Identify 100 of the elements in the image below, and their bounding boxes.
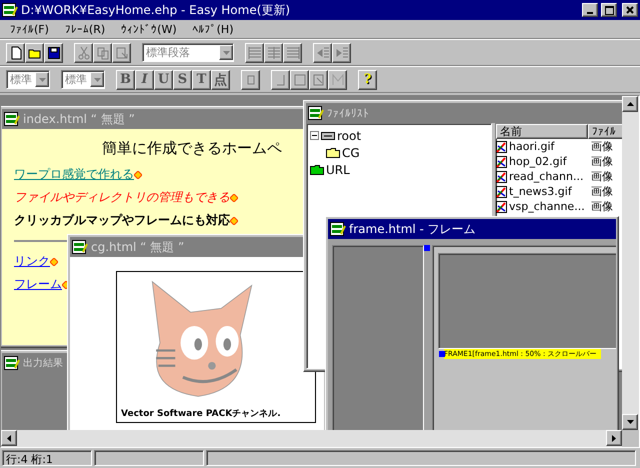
app-icon	[4, 112, 20, 126]
vertical-scrollbar[interactable]	[622, 96, 639, 430]
m-icon	[330, 72, 344, 86]
align-center-icon	[266, 46, 280, 60]
file-type: 画像	[590, 199, 614, 214]
caret-icon	[94, 78, 100, 82]
format-button[interactable]: U	[154, 70, 173, 90]
paste-button[interactable]	[112, 42, 131, 62]
size-dropdown[interactable]: 標準	[61, 70, 105, 89]
copy-icon	[96, 46, 110, 60]
tree-item[interactable]: root	[337, 128, 362, 142]
form-button[interactable]	[309, 70, 328, 90]
close-icon	[626, 6, 634, 14]
link[interactable]: リンク	[14, 254, 50, 269]
window-title: index.html “ 無題 ”	[23, 110, 136, 128]
horizontal-scrollbar[interactable]	[1, 430, 622, 447]
outdent-button[interactable]	[313, 42, 332, 62]
frame-button[interactable]	[290, 70, 309, 90]
image-caption: Vector Software PACKチャンネル.	[121, 408, 281, 420]
diamond-icon	[134, 170, 142, 178]
font-dropdown[interactable]: 標準	[6, 70, 50, 89]
menu-item[interactable]: ﾌｧｲﾙ(F)	[4, 22, 55, 36]
column-header[interactable]: ﾌｧｲﾙ	[588, 124, 622, 139]
paragraph-style-dropdown[interactable]: 標準段落	[142, 43, 234, 62]
app-icon	[4, 356, 20, 370]
right-arrow-icon	[612, 434, 616, 442]
down-arrow-icon	[626, 420, 634, 424]
align-right-button[interactable]	[283, 42, 302, 62]
square-icon	[292, 72, 306, 86]
scroll-up-button[interactable]	[622, 96, 638, 112]
table-button[interactable]	[271, 70, 290, 90]
menu-item[interactable]: ﾍﾙﾌﾟ(H)	[186, 22, 240, 36]
file-type: 画像	[590, 139, 614, 154]
align-left-button[interactable]	[245, 42, 264, 62]
scroll-right-button[interactable]	[606, 430, 622, 446]
window-title: cg.html “ 無題 ”	[91, 238, 186, 256]
up-arrow-icon	[626, 102, 634, 106]
app-icon	[308, 106, 324, 120]
file-name: read_chann...	[508, 170, 584, 183]
outdent-icon	[316, 46, 330, 60]
caret-icon	[222, 50, 230, 54]
column-header[interactable]: 名前	[496, 124, 588, 139]
file-type: 画像	[590, 154, 614, 169]
open-folder-button[interactable]	[25, 42, 44, 62]
image-button[interactable]	[241, 70, 260, 90]
file-name: t_news3.gif	[508, 185, 573, 198]
tree-item[interactable]: URL	[326, 162, 350, 176]
window-title: D:¥WORK¥EasyHome.ehp - Easy Home(更新)	[21, 2, 292, 18]
format-button[interactable]: I	[135, 70, 154, 90]
menu-item[interactable]: ｳｨﾝﾄﾞｳ(W)	[115, 22, 183, 36]
menu-item[interactable]: ﾌﾚｰﾑ(R)	[58, 22, 112, 36]
maximize-icon	[604, 6, 614, 14]
file-name: hop_02.gif	[508, 155, 568, 168]
file-type: 画像	[590, 184, 614, 199]
maximize-button[interactable]	[601, 3, 617, 17]
map-button[interactable]	[328, 70, 347, 90]
handle-icon[interactable]	[439, 351, 445, 357]
indent-button[interactable]	[332, 42, 351, 62]
handle-icon[interactable]	[424, 245, 430, 251]
collapse-icon[interactable]	[310, 131, 319, 140]
left-arrow-icon	[7, 434, 11, 442]
align-center-button[interactable]	[264, 42, 283, 62]
file-type: 画像	[590, 169, 614, 184]
new-file-icon	[8, 46, 22, 60]
align-right-icon	[286, 46, 300, 60]
status-pane: 行:4 桁:1	[2, 450, 92, 466]
folder-icon	[310, 164, 324, 175]
new-file-button[interactable]	[6, 42, 25, 62]
window-title: ﾌｧｲﾙﾘｽﾄ	[327, 106, 370, 120]
format-button[interactable]: 点	[211, 70, 230, 90]
paste-icon	[114, 46, 128, 60]
app-icon	[2, 3, 18, 17]
page-heading: 簡単に作成できるホームペ	[101, 138, 283, 159]
tree-item[interactable]: CG	[342, 146, 360, 160]
app-icon	[330, 222, 346, 236]
save-button[interactable]	[44, 42, 63, 62]
link[interactable]: ワープロ感覚で作れる	[14, 167, 134, 182]
file-name: vsp_channe...	[508, 200, 586, 213]
scroll-left-button[interactable]	[1, 430, 17, 446]
cut-button[interactable]	[74, 42, 93, 62]
format-button[interactable]: T	[192, 70, 211, 90]
format-button[interactable]: B	[116, 70, 135, 90]
copy-button[interactable]	[93, 42, 112, 62]
window-title: frame.html - フレーム	[349, 220, 477, 238]
file-name: haori.gif	[508, 140, 556, 153]
folder-icon	[326, 147, 340, 158]
drive-icon	[321, 130, 335, 140]
format-button[interactable]: S	[173, 70, 192, 90]
minimize-button[interactable]	[582, 3, 598, 17]
scissors-icon	[76, 46, 90, 60]
window-title: 出力結果	[23, 356, 64, 370]
diamond-icon	[50, 258, 58, 266]
align-left-icon	[248, 46, 262, 60]
document-icon	[312, 72, 326, 86]
paragraph-text: ファイルやディレクトリの管理もできる	[14, 190, 230, 205]
indent-icon	[334, 46, 348, 60]
diamond-icon	[230, 216, 238, 224]
close-button[interactable]	[622, 3, 638, 17]
scroll-down-button[interactable]	[622, 414, 638, 430]
link[interactable]: フレーム	[14, 277, 62, 292]
